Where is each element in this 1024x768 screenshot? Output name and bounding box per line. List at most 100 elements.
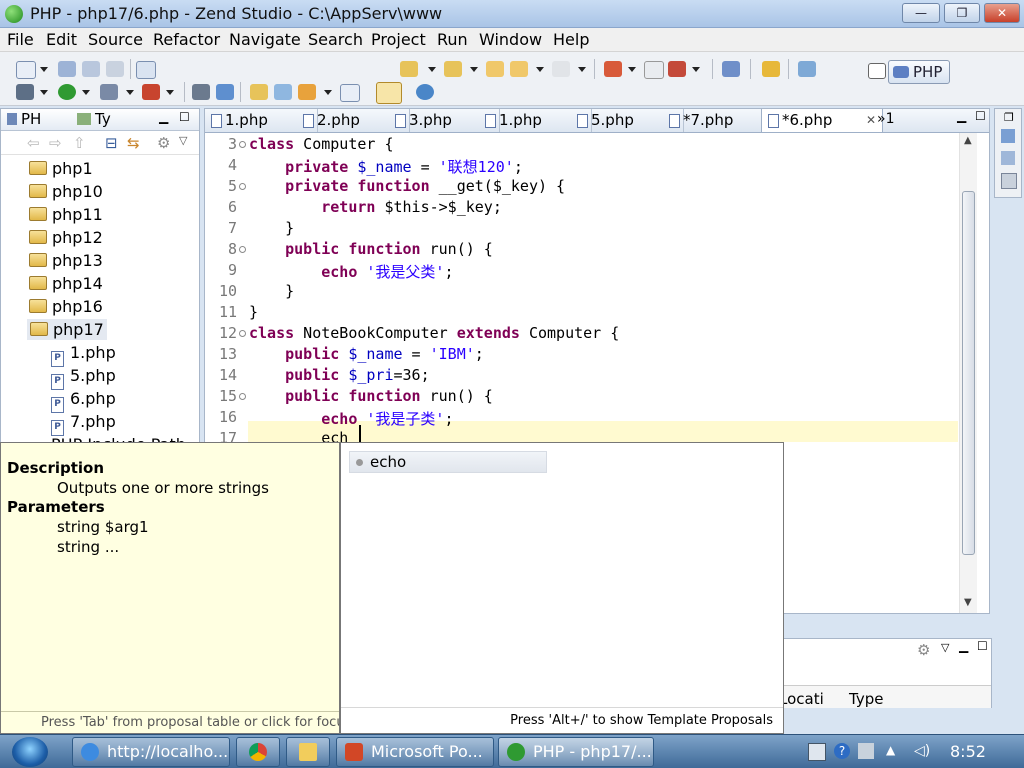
restore-icon[interactable]: ❐ xyxy=(1004,111,1014,124)
tasks-icon[interactable] xyxy=(1001,151,1015,165)
open-folder-icon[interactable] xyxy=(250,84,268,100)
tree-folder-selected[interactable]: php17 xyxy=(27,319,107,340)
tree-file[interactable]: P 5.php xyxy=(51,366,116,390)
tree-file[interactable]: P 7.php xyxy=(51,412,116,436)
code-line[interactable]: private function __get($_key) { xyxy=(249,177,565,195)
fold-toggle-icon[interactable] xyxy=(239,393,246,400)
mark-occurrences-icon[interactable] xyxy=(376,82,402,104)
task-explorer[interactable] xyxy=(286,737,330,767)
up-icon[interactable]: ⇧ xyxy=(73,134,86,152)
code-line[interactable]: public function run() { xyxy=(249,240,493,258)
minimize-panel-icon[interactable]: ▁ xyxy=(959,639,968,653)
window-icon[interactable] xyxy=(644,61,664,79)
fold-toggle-icon[interactable] xyxy=(239,246,246,253)
profile-dropdown-icon[interactable] xyxy=(166,90,174,95)
tree-folder[interactable]: php13 xyxy=(29,251,103,270)
forward-icon[interactable]: ⇨ xyxy=(49,134,62,152)
next-annotation-icon[interactable] xyxy=(400,61,418,77)
maximize-panel-icon[interactable]: ☐ xyxy=(179,110,190,124)
debug-dropdown-icon[interactable] xyxy=(692,67,700,72)
code-line[interactable]: } xyxy=(249,219,294,237)
code-line[interactable]: } xyxy=(249,303,258,321)
scroll-down-icon[interactable]: ▼ xyxy=(964,597,972,608)
settings-icon[interactable] xyxy=(858,743,874,759)
back-icon[interactable]: ⇦ xyxy=(27,134,40,152)
code-line[interactable]: return $this->$_key; xyxy=(249,198,502,216)
tree-folder[interactable]: php10 xyxy=(29,182,103,201)
menu-help[interactable]: Help xyxy=(553,30,589,49)
console-icon[interactable] xyxy=(1001,173,1017,189)
tree-folder[interactable]: php1 xyxy=(29,159,93,178)
tab-6-php-active[interactable]: *6.php ✕ xyxy=(761,109,883,132)
task-zend-studio[interactable]: PHP - php17/... xyxy=(498,737,654,767)
maximize-panel-icon[interactable]: ☐ xyxy=(977,639,988,653)
column-type[interactable]: Type xyxy=(849,690,883,708)
external-tools-dropdown-icon[interactable] xyxy=(628,67,636,72)
scroll-up-icon[interactable]: ▲ xyxy=(964,135,972,146)
open-type-icon[interactable] xyxy=(274,84,292,100)
minimize-panel-icon[interactable]: ▁ xyxy=(159,110,168,124)
code-line[interactable]: public $_pri=36; xyxy=(249,366,430,384)
menu-navigate[interactable]: Navigate xyxy=(229,30,301,49)
close-button[interactable]: ✕ xyxy=(984,3,1020,23)
menu-window[interactable]: Window xyxy=(479,30,542,49)
code-line[interactable]: echo '我是子类'; xyxy=(249,408,453,429)
scrollbar-thumb[interactable] xyxy=(962,191,975,555)
task-chrome[interactable] xyxy=(236,737,280,767)
show-hidden-icons-icon[interactable]: ▲ xyxy=(886,743,902,759)
save-all-icon[interactable] xyxy=(82,61,100,77)
minimize-editor-icon[interactable]: ▁ xyxy=(957,109,966,123)
menu-file[interactable]: File xyxy=(7,30,34,49)
new-icon[interactable] xyxy=(16,61,36,79)
last-edit-icon[interactable] xyxy=(486,61,504,77)
more-tabs-indicator[interactable]: »1 xyxy=(877,111,894,127)
pencil-icon[interactable] xyxy=(298,84,316,100)
code-line[interactable]: class NoteBookComputer extends Computer … xyxy=(249,324,619,342)
tree-folder[interactable]: php11 xyxy=(29,205,103,224)
back-dropdown-icon[interactable] xyxy=(536,67,544,72)
filter-icon[interactable]: ⚙ xyxy=(157,134,170,152)
menu-edit[interactable]: Edit xyxy=(46,30,77,49)
menu-search[interactable]: Search xyxy=(308,30,363,49)
browser-icon[interactable] xyxy=(416,84,434,100)
back-icon[interactable] xyxy=(510,61,528,77)
view-menu-icon[interactable]: ▽ xyxy=(179,134,187,147)
column-location[interactable]: Locati xyxy=(779,690,824,708)
tree-folder[interactable]: php16 xyxy=(29,297,103,316)
run-config-dropdown-icon[interactable] xyxy=(126,90,134,95)
tab-type-hierarchy[interactable]: Ty xyxy=(77,110,111,128)
toggle-mark-icon[interactable] xyxy=(340,84,360,102)
code-line[interactable]: public $_name = 'IBM'; xyxy=(249,345,484,363)
volume-icon[interactable]: ◁) xyxy=(914,743,930,759)
code-line[interactable]: public function run() { xyxy=(249,387,493,405)
clock[interactable]: 8:52 xyxy=(950,742,986,761)
proposal-item-echo[interactable]: echo xyxy=(349,451,547,473)
description-popup[interactable]: Description Outputs one or more strings … xyxy=(0,442,340,734)
link-editor-icon[interactable]: ⇆ xyxy=(127,134,140,152)
outline-icon[interactable] xyxy=(1001,129,1015,143)
menu-run[interactable]: Run xyxy=(437,30,468,49)
fold-toggle-icon[interactable] xyxy=(239,141,246,148)
print-icon[interactable] xyxy=(106,61,124,77)
menu-project[interactable]: Project xyxy=(371,30,426,49)
task-browser[interactable]: http://localho... xyxy=(72,737,230,767)
forward-dropdown-icon[interactable] xyxy=(578,67,586,72)
previous-annotation-dropdown-icon[interactable] xyxy=(470,67,478,72)
settings-icon[interactable] xyxy=(16,84,34,100)
maximize-editor-icon[interactable]: ☐ xyxy=(975,109,986,123)
filter-icon[interactable]: ⚙ xyxy=(917,641,930,659)
forward-icon[interactable] xyxy=(552,61,570,77)
external-tools-icon[interactable] xyxy=(604,61,622,77)
tree-file[interactable]: P 1.php xyxy=(51,343,116,367)
keyboard-icon[interactable] xyxy=(808,743,826,761)
settings-dropdown-icon[interactable] xyxy=(40,90,48,95)
bookmark-icon[interactable] xyxy=(762,61,780,77)
start-button[interactable] xyxy=(12,737,48,767)
run-icon[interactable] xyxy=(58,84,76,100)
code-line[interactable]: private $_name = '联想120'; xyxy=(249,156,523,177)
new-dropdown-icon[interactable] xyxy=(40,67,48,72)
fold-toggle-icon[interactable] xyxy=(239,183,246,190)
run-config-icon[interactable] xyxy=(100,84,118,100)
tab-php-explorer[interactable]: PH xyxy=(7,110,41,128)
tree-folder[interactable]: php14 xyxy=(29,274,103,293)
